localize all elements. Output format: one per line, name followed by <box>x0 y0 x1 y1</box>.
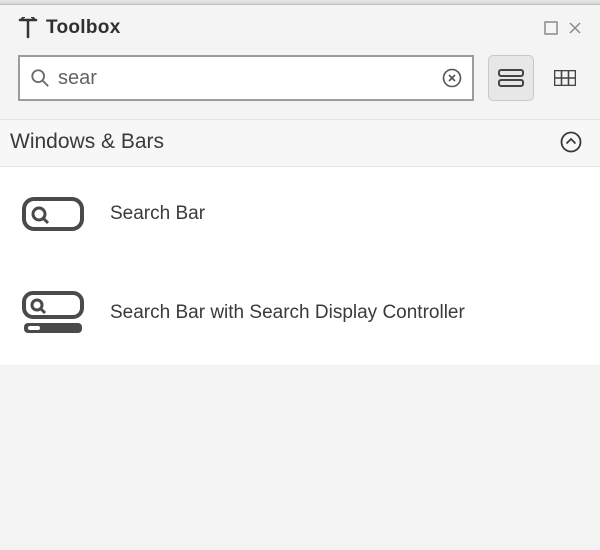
toolbox-icon <box>18 17 38 39</box>
section-title: Windows & Bars <box>10 130 164 154</box>
panel-title: Toolbox <box>46 17 121 39</box>
list-item[interactable]: Search Bar with Search Display Controlle… <box>0 261 600 365</box>
clear-search-icon[interactable] <box>442 68 462 88</box>
detach-icon[interactable] <box>544 21 558 35</box>
search-icon <box>30 68 50 88</box>
list-view-icon <box>498 69 524 87</box>
chevron-up-icon[interactable] <box>560 131 582 153</box>
search-field[interactable] <box>18 55 474 101</box>
results-list: Search Bar Search Bar with Search Displa… <box>0 167 600 365</box>
search-bar-icon <box>22 197 84 231</box>
toolbar <box>0 55 600 120</box>
list-view-button[interactable] <box>488 55 534 101</box>
close-icon[interactable] <box>568 21 582 35</box>
list-item[interactable]: Search Bar <box>0 167 600 261</box>
section-header[interactable]: Windows & Bars <box>0 120 600 167</box>
grid-view-button[interactable] <box>548 55 582 101</box>
grid-view-icon <box>554 70 576 86</box>
search-bar-controller-icon <box>22 291 84 335</box>
list-item-label: Search Bar with Search Display Controlle… <box>110 302 465 324</box>
panel-header: Toolbox <box>0 5 600 55</box>
empty-area <box>0 365 600 550</box>
search-input[interactable] <box>50 67 442 90</box>
list-item-label: Search Bar <box>110 203 205 225</box>
